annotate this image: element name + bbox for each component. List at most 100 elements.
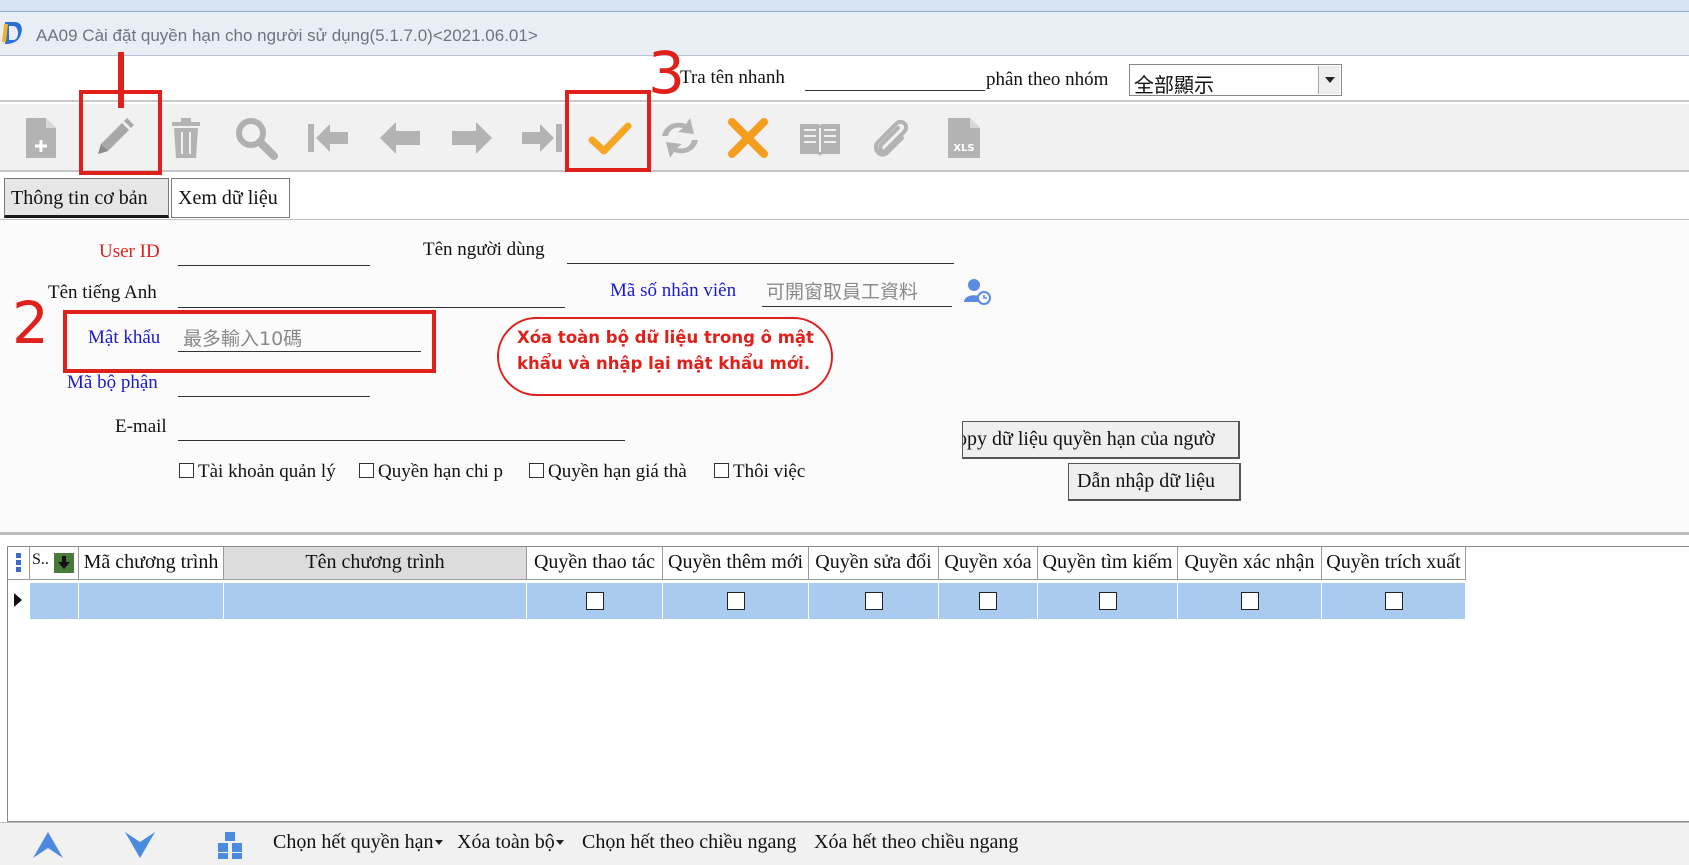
column-search-permission[interactable]: Quyền tìm kiếm (1038, 547, 1178, 580)
user-name-input[interactable] (567, 244, 954, 264)
tab-basic-info[interactable]: Thông tin cơ bản (4, 178, 169, 218)
clear-all-label: Xóa toàn bộ (457, 831, 555, 853)
column-operate-permission[interactable]: Quyền thao tác (527, 547, 663, 580)
add-permission-checkbox[interactable] (726, 592, 745, 610)
quick-search-label: Tra tên nhanh (680, 67, 785, 88)
tab-view-data[interactable]: Xem dữ liệu (171, 178, 290, 218)
new-button[interactable] (12, 110, 68, 166)
next-record-button[interactable] (444, 110, 500, 166)
group-filter-select[interactable]: 全部顯示 (1129, 64, 1342, 97)
column-label: Quyền xác nhận (1184, 551, 1315, 573)
table-cell[interactable] (663, 583, 809, 619)
checkbox-label: Quyền hạn chi p (378, 461, 504, 482)
clear-horizontal-link[interactable]: Xóa hết theo chiều ngang (814, 831, 1018, 854)
sort-down-icon[interactable] (54, 553, 74, 573)
checkbox-box[interactable] (714, 463, 729, 478)
user-id-input[interactable] (178, 246, 370, 266)
dropdown-triangle-icon (434, 840, 443, 845)
clear-all-dropdown[interactable]: Xóa toàn bộ (457, 831, 565, 854)
refresh-icon (662, 118, 698, 158)
table-cell[interactable] (939, 583, 1038, 619)
edit-permission-checkbox[interactable] (864, 592, 883, 610)
checkbox-box[interactable] (529, 463, 544, 478)
column-label: Quyền xóa (944, 551, 1032, 573)
group-blocks-button[interactable] (210, 827, 250, 863)
table-cell[interactable] (1322, 583, 1466, 619)
chevron-down-icon[interactable] (1318, 66, 1340, 94)
confirm-permission-checkbox[interactable] (1240, 592, 1259, 610)
english-name-input[interactable] (178, 288, 565, 308)
permissions-grid: S.. Mã chương trình Tên chương trình Quy… (7, 546, 1689, 822)
dept-input[interactable] (178, 377, 370, 397)
user-id-label: User ID (99, 241, 160, 262)
move-down-button[interactable] (120, 827, 160, 863)
instruction-note-text: Xóa toàn bộ dữ liệu trong ô mật khẩu và … (517, 328, 814, 373)
move-up-button[interactable] (28, 827, 68, 863)
table-cell[interactable] (224, 583, 527, 619)
cancel-button[interactable] (720, 110, 776, 166)
column-label: Mã chương trình (83, 551, 219, 573)
refresh-button[interactable] (652, 110, 708, 166)
column-confirm-permission[interactable]: Quyền xác nhận (1178, 547, 1322, 580)
book-button[interactable] (792, 110, 848, 166)
table-cell[interactable] (527, 583, 663, 619)
column-label: Tên chương trình (305, 551, 445, 573)
app-logo-icon (2, 22, 22, 44)
cost-permission-checkbox[interactable]: Quyền hạn giá thà (529, 461, 687, 483)
copy-permissions-button[interactable]: opy dữ liệu quyền hạn của ngườ (962, 421, 1240, 459)
resigned-checkbox[interactable]: Thôi việc (714, 461, 805, 483)
column-delete-permission[interactable]: Quyền xóa (939, 547, 1038, 580)
column-program-code[interactable]: Mã chương trình (79, 547, 224, 580)
new-file-icon (26, 118, 56, 158)
highlight-password-field (63, 310, 436, 373)
column-program-name[interactable]: Tên chương trình (224, 547, 527, 580)
table-cell[interactable] (1038, 583, 1178, 619)
first-record-button[interactable] (300, 110, 356, 166)
checkbox-box[interactable] (359, 463, 374, 478)
column-label: Quyền sửa đổi (815, 551, 932, 573)
next-record-icon (452, 122, 492, 154)
table-cell[interactable] (30, 583, 79, 619)
search-permission-checkbox[interactable] (1098, 592, 1117, 610)
admin-account-checkbox[interactable]: Tài khoản quản lý (179, 461, 336, 483)
export-permission-checkbox[interactable] (1384, 592, 1403, 610)
grid-menu-handle[interactable] (8, 547, 30, 580)
detail-permission-checkbox[interactable]: Quyền hạn chi p (359, 461, 503, 483)
column-edit-permission[interactable]: Quyền sửa đổi (809, 547, 939, 580)
select-all-permissions-dropdown[interactable]: Chọn hết quyền hạn (273, 831, 444, 854)
delete-permission-checkbox[interactable] (979, 592, 997, 610)
export-xls-icon: XLS (948, 118, 980, 158)
column-export-permission[interactable]: Quyền trích xuất (1322, 547, 1466, 580)
step-1-mark (118, 52, 124, 108)
delete-button[interactable] (158, 110, 214, 166)
row-header-column[interactable]: S.. (30, 547, 79, 580)
table-cell[interactable] (1178, 583, 1322, 619)
table-cell[interactable] (809, 583, 939, 619)
import-data-button[interactable]: Dẫn nhập dữ liệu (1068, 463, 1241, 501)
email-label: E-mail (115, 416, 167, 437)
select-horizontal-link[interactable]: Chọn hết theo chiều ngang (582, 831, 796, 854)
step-3-label: 3 (648, 39, 685, 107)
email-input[interactable] (178, 421, 625, 441)
last-record-button[interactable] (514, 110, 570, 166)
search-icon (236, 118, 278, 160)
employee-lookup-icon[interactable] (962, 276, 992, 306)
checkbox-label: Thôi việc (733, 461, 806, 482)
group-filter-value: 全部顯示 (1134, 73, 1214, 97)
bottom-bar: Chọn hết quyền hạn Xóa toàn bộ Chọn hết … (0, 822, 1689, 865)
operate-permission-checkbox[interactable] (585, 592, 604, 610)
quick-search-input[interactable] (805, 71, 985, 91)
column-add-permission[interactable]: Quyền thêm mới (663, 547, 809, 580)
dept-label: Mã bộ phận (67, 372, 158, 393)
select-all-label: Chọn hết quyền hạn (273, 831, 434, 853)
export-xls-button[interactable]: XLS (936, 110, 992, 166)
window-top-strip (0, 0, 1689, 12)
prev-record-button[interactable] (372, 110, 428, 166)
checkbox-box[interactable] (179, 463, 194, 478)
attachment-button[interactable] (864, 110, 920, 166)
search-bar: Tra tên nhanh phân theo nhóm (0, 57, 1689, 102)
window-title: AA09 Cài đặt quyền hạn cho người sử dụng… (36, 26, 538, 45)
search-button[interactable] (228, 110, 284, 166)
column-label: Quyền tìm kiếm (1042, 551, 1173, 573)
table-cell[interactable] (79, 583, 224, 619)
